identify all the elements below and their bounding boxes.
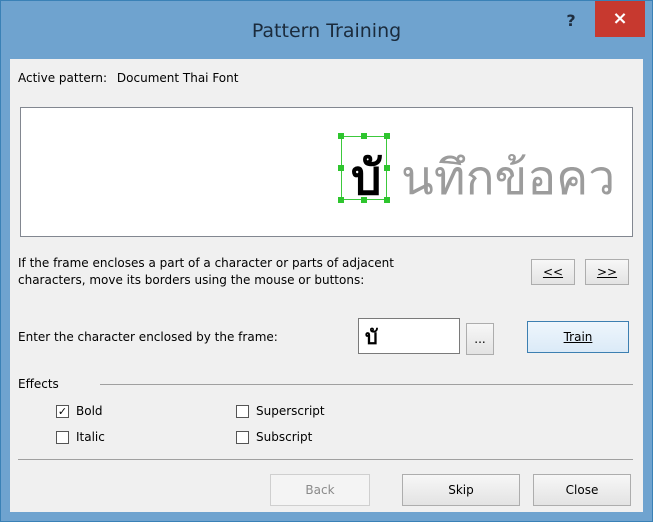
italic-label[interactable]: Italic [76,430,105,444]
title-bar: Pattern Training ? × [1,1,652,59]
help-button[interactable]: ? [556,9,586,33]
train-label: Train [563,330,593,344]
footer-separator [18,459,633,460]
active-pattern-row: Active pattern: Document Thai Font [18,71,238,85]
active-pattern-label: Active pattern: [18,71,108,85]
move-left-button[interactable]: << [531,259,575,285]
back-button[interactable]: Back [270,474,370,506]
character-browse-button[interactable]: ... [466,323,494,355]
frame-handle-bottom-right[interactable] [384,197,390,203]
active-pattern-value: Document Thai Font [116,71,239,85]
frame-handle-bottom-left[interactable] [338,197,344,203]
frame-handle-top[interactable] [361,133,367,139]
instructions-line-1: If the frame encloses a part of a charac… [18,256,394,270]
train-button[interactable]: Train [527,321,629,353]
move-right-label: >> [596,265,618,279]
dialog-body: Active pattern: Document Thai Font บั นท… [10,59,643,512]
frame-handle-right[interactable] [384,165,390,171]
frame-handle-top-right[interactable] [384,133,390,139]
close-window-button[interactable]: × [595,1,645,37]
pattern-training-dialog: Pattern Training ? × Active pattern: Doc… [0,0,653,522]
character-input[interactable]: บั [358,318,460,354]
close-button[interactable]: Close [533,474,631,506]
effects-title: Effects [18,377,59,391]
superscript-label[interactable]: Superscript [256,404,325,418]
effects-separator [100,384,633,385]
bold-checkbox[interactable]: ✓ [56,405,69,418]
move-right-button[interactable]: >> [585,259,629,285]
frame-handle-left[interactable] [338,165,344,171]
superscript-checkbox[interactable] [236,405,249,418]
pattern-preview[interactable]: บั นทึกข้อคว [20,107,633,237]
skip-button[interactable]: Skip [402,474,520,506]
subscript-checkbox[interactable] [236,431,249,444]
subscript-label[interactable]: Subscript [256,430,312,444]
remaining-text: นทึกข้อคว [401,150,616,206]
frame-handle-top-left[interactable] [338,133,344,139]
italic-checkbox[interactable] [56,431,69,444]
enter-character-label: Enter the character enclosed by the fram… [18,330,278,344]
character-frame[interactable] [338,133,390,203]
frame-handle-bottom[interactable] [361,197,367,203]
window-title: Pattern Training [251,20,402,42]
move-left-label: << [542,265,564,279]
bold-label[interactable]: Bold [76,404,103,418]
instructions-line-2: characters, move its borders using the m… [18,273,365,287]
